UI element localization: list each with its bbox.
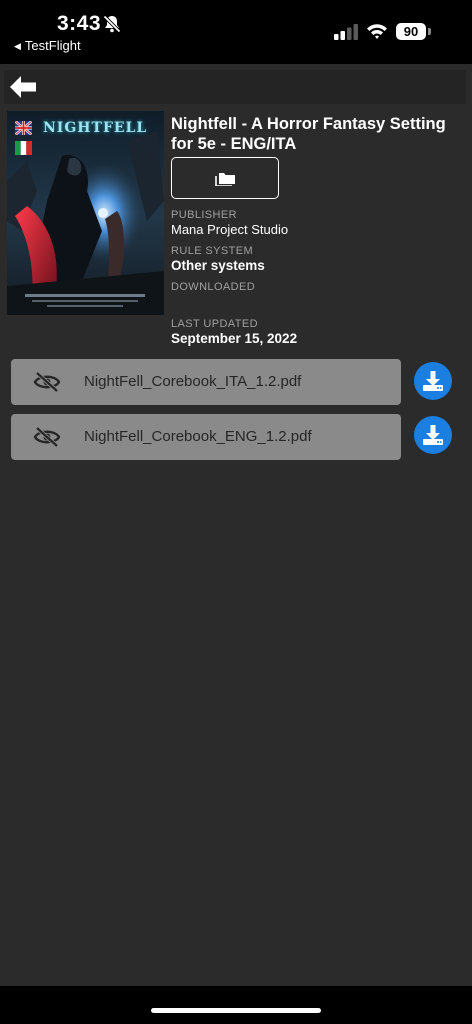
eye-slash-icon[interactable] — [33, 371, 61, 393]
open-folder-button[interactable] — [171, 157, 279, 199]
status-bar: 3:43 ◀ TestFlight 90 — [0, 0, 472, 64]
book-title: Nightfell - A Horror Fantasy Setting for… — [171, 115, 446, 153]
file-row-ita[interactable]: NightFell_Corebook_ITA_1.2.pdf — [11, 359, 401, 405]
last-updated-label: LAST UPDATED — [171, 318, 258, 330]
home-bar-area — [0, 986, 472, 1024]
home-indicator[interactable] — [151, 1008, 321, 1013]
back-to-testflight[interactable]: ◀ TestFlight — [14, 38, 81, 53]
rule-system-value: Other systems — [171, 258, 265, 273]
folder-icon — [215, 173, 235, 186]
bell-slash-icon — [103, 15, 121, 33]
rule-system-label: RULE SYSTEM — [171, 245, 254, 257]
download-icon — [423, 425, 443, 445]
publisher-value: Mana Project Studio — [171, 222, 289, 237]
back-app-label: TestFlight — [24, 38, 81, 53]
back-arrow-icon[interactable] — [10, 76, 36, 98]
publisher-label: PUBLISHER — [171, 209, 237, 221]
file-row-eng[interactable]: NightFell_Corebook_ENG_1.2.pdf — [11, 414, 401, 460]
back-triangle-icon: ◀ — [14, 41, 21, 51]
downloaded-label: DOWNLOADED — [171, 281, 256, 293]
uk-flag-icon — [15, 121, 32, 135]
cellular-signal-icon — [334, 24, 358, 40]
download-button-eng[interactable] — [414, 416, 452, 454]
download-button-ita[interactable] — [414, 362, 452, 400]
battery-indicator: 90 — [396, 23, 426, 40]
file-name: NightFell_Corebook_ITA_1.2.pdf — [84, 373, 302, 390]
file-name: NightFell_Corebook_ENG_1.2.pdf — [84, 428, 312, 445]
battery-nub — [428, 28, 431, 35]
cover-logo-text: NIGHTFELL — [43, 120, 148, 136]
italy-flag-icon — [15, 141, 32, 155]
status-time: 3:43 — [57, 12, 102, 35]
download-icon — [423, 371, 443, 391]
last-updated-value: September 15, 2022 — [171, 331, 298, 346]
eye-slash-icon[interactable] — [33, 426, 61, 448]
top-toolbar — [4, 70, 466, 104]
wifi-icon — [367, 24, 387, 39]
